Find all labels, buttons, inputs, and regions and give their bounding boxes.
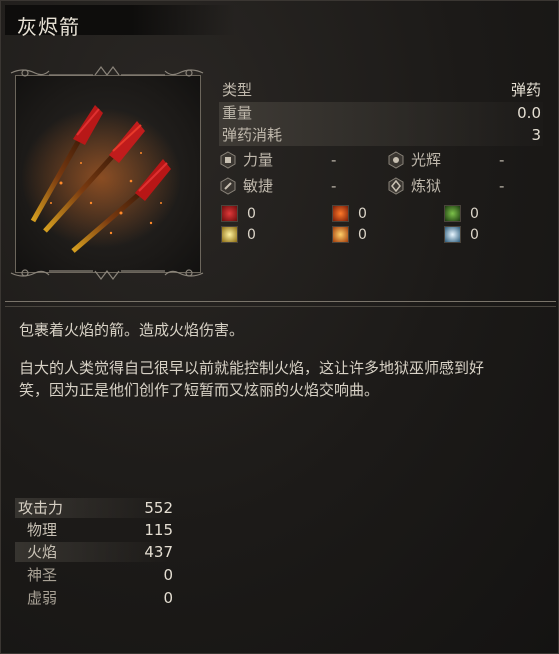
section-divider: [5, 301, 556, 307]
attack-row-fire: 火焰 437: [15, 542, 173, 562]
stat-row-type: 类型 弹药: [219, 79, 543, 101]
attack-type-label: 虚弱: [27, 589, 58, 607]
attack-row-physical: 物理 115: [15, 520, 173, 540]
resist-poison: 0: [444, 205, 504, 223]
stat-label: 重量: [222, 104, 253, 122]
description-lore-line-2: 笑，因为正是他们创作了短暂而又炫丽的火焰交响曲。: [19, 381, 380, 399]
radiance-icon: [388, 151, 404, 169]
resist-value: 0: [358, 227, 367, 243]
attribute-value: -: [499, 177, 505, 195]
dexterity-icon: [220, 177, 236, 195]
attribute-value: -: [331, 151, 337, 169]
ember-arrows-image: [21, 105, 181, 253]
attribute-radiance: 光辉 -: [387, 149, 511, 171]
resist-radiant: 0: [221, 226, 281, 244]
title-bar: 灰烬箭: [5, 5, 235, 39]
stat-value: 弹药: [510, 81, 541, 99]
poison-icon: [444, 205, 461, 222]
resist-fire: 0: [332, 226, 392, 244]
attribute-name: 光辉: [411, 151, 442, 169]
attack-type-label: 神圣: [27, 566, 58, 584]
attribute-name: 力量: [243, 151, 274, 169]
stat-row-weight: 重量 0.0: [219, 102, 543, 124]
attribute-strength: 力量 -: [219, 149, 343, 171]
inferno-icon: [388, 177, 404, 195]
attack-row-weak: 虚弱 0: [15, 588, 173, 608]
burn-icon: [332, 205, 349, 222]
stat-label: 弹药消耗: [222, 126, 283, 144]
description-summary: 包裹着火焰的箭。造成火焰伤害。: [19, 321, 245, 339]
attribute-name: 炼狱: [411, 177, 442, 195]
resist-value: 0: [247, 206, 256, 222]
description-lore-line-1: 自大的人类觉得自己很早以前就能控制火焰，这让许多地狱巫师感到好: [19, 359, 485, 377]
item-title: 灰烬箭: [17, 15, 80, 39]
item-tooltip-panel: 灰烬箭 类型 弹药 重量 0.0 弹药消耗 3 力量 - 光辉 - 敏捷 - 炼…: [0, 0, 559, 654]
resist-value: 0: [358, 206, 367, 222]
attribute-dexterity: 敏捷 -: [219, 175, 343, 197]
attribute-name: 敏捷: [243, 177, 274, 195]
resist-value: 0: [470, 206, 479, 222]
stat-row-ammo-cost: 弹药消耗 3: [219, 124, 543, 146]
resist-value: 0: [470, 227, 479, 243]
frost-icon: [444, 226, 461, 243]
attack-type-value: 437: [144, 543, 173, 561]
stat-value: 3: [531, 126, 541, 144]
resist-burn: 0: [332, 205, 392, 223]
stat-value: 0.0: [517, 104, 541, 122]
attack-power-label: 攻击力: [18, 499, 64, 517]
fire-icon: [332, 226, 349, 243]
attribute-value: -: [499, 151, 505, 169]
resist-bleed: 0: [221, 205, 281, 223]
attack-type-label: 物理: [27, 521, 58, 539]
attack-type-label: 火焰: [27, 543, 58, 561]
attack-power-value: 552: [144, 499, 173, 517]
resist-frost: 0: [444, 226, 504, 244]
attack-type-value: 0: [163, 589, 173, 607]
attack-power-row: 攻击力 552: [15, 498, 173, 518]
attribute-value: -: [331, 177, 337, 195]
resist-value: 0: [247, 227, 256, 243]
attack-row-holy: 神圣 0: [15, 565, 173, 585]
strength-icon: [220, 151, 236, 169]
bleed-icon: [221, 205, 238, 222]
attribute-inferno: 炼狱 -: [387, 175, 511, 197]
radiant-icon: [221, 226, 238, 243]
attack-type-value: 115: [144, 521, 173, 539]
stat-label: 类型: [222, 81, 253, 99]
attack-type-value: 0: [163, 566, 173, 584]
